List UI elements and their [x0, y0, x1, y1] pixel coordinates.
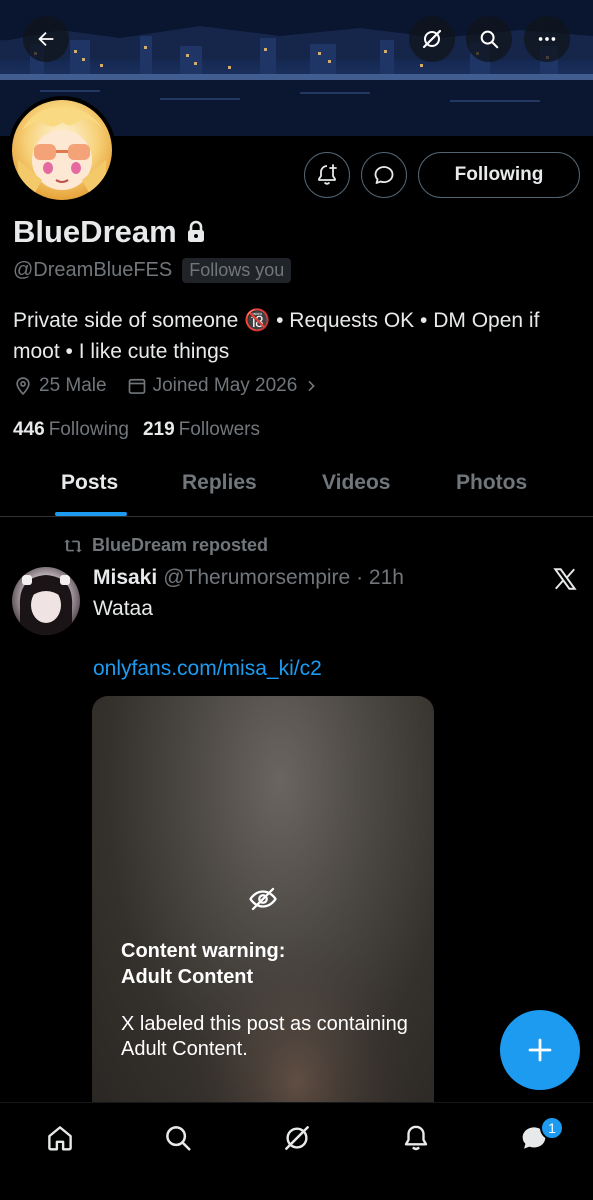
- profile-name-row: BlueDream: [13, 214, 207, 250]
- handle-row: @DreamBlueFES Follows you: [13, 258, 292, 283]
- avatar-image: [12, 100, 112, 200]
- tab-photos[interactable]: Photos: [456, 471, 527, 495]
- calendar-icon: [128, 378, 145, 394]
- profile-tabs: Posts Replies Videos Photos: [0, 456, 593, 517]
- chevron-right-icon: [308, 380, 316, 392]
- joined-item[interactable]: Joined May 2026: [127, 375, 326, 397]
- bell-icon: [404, 1125, 428, 1151]
- content-warning-title-line2: Adult Content: [121, 966, 254, 988]
- repost-label: BlueDream reposted: [92, 535, 269, 555]
- search-icon: [166, 1126, 191, 1151]
- post-author-handle[interactable]: @Therumorsempire · 21h: [163, 566, 404, 590]
- follow-stats: 446 Following 219 Followers: [13, 419, 274, 441]
- followers-label[interactable]: Followers: [179, 419, 260, 441]
- location-text: 25 Male: [39, 375, 107, 396]
- chat-bubble-icon: [374, 166, 394, 184]
- bell-plus-icon: [318, 164, 337, 185]
- content-warning-title: Content warning: Adult Content: [121, 938, 401, 990]
- nav-grok[interactable]: [280, 1121, 314, 1155]
- arrow-left-icon: [38, 31, 54, 47]
- content-warning-title-line1: Content warning:: [121, 940, 286, 962]
- x-logo-icon[interactable]: [552, 566, 578, 592]
- tab-videos[interactable]: Videos: [322, 471, 390, 495]
- profile-handle: @DreamBlueFES: [13, 259, 173, 281]
- follows-you-badge: Follows you: [182, 258, 292, 283]
- messages-unread-badge: 1: [540, 1116, 564, 1140]
- content-warning-body: X labeled this post as containing Adult …: [121, 1013, 408, 1060]
- post-link[interactable]: onlyfans.com/misa_ki/c2: [93, 657, 322, 681]
- following-count[interactable]: 446: [13, 419, 45, 441]
- message-button[interactable]: [361, 152, 407, 198]
- post-header: Misaki @Therumorsempire · 21h: [93, 566, 404, 590]
- plus-icon: [528, 1038, 552, 1062]
- more-options-button[interactable]: [524, 16, 570, 62]
- nav-search[interactable]: [161, 1121, 195, 1155]
- grok-slash-icon: [422, 29, 442, 49]
- tab-replies[interactable]: Replies: [182, 471, 257, 495]
- following-label[interactable]: Following: [49, 419, 129, 441]
- location-pin-icon: [16, 377, 30, 396]
- grok-button[interactable]: [409, 16, 455, 62]
- nav-notifications[interactable]: [399, 1121, 433, 1155]
- lock-icon: [187, 220, 204, 242]
- back-button[interactable]: [23, 16, 69, 62]
- profile-bio: Private side of someone 🔞 • Requests OK …: [13, 309, 540, 363]
- tab-posts[interactable]: Posts: [61, 471, 118, 495]
- home-icon: [48, 1126, 72, 1151]
- location-item: 25 Male: [13, 375, 107, 397]
- post-text: Wataa: [93, 597, 153, 620]
- search-button[interactable]: [466, 16, 512, 62]
- post-author-name[interactable]: Misaki: [93, 566, 157, 590]
- joined-text: Joined May 2026: [152, 375, 298, 396]
- post-author-avatar[interactable]: [12, 567, 80, 635]
- followers-count[interactable]: 219: [143, 419, 175, 441]
- notifications-subscribe-button[interactable]: [304, 152, 350, 198]
- grok-slash-icon: [285, 1126, 309, 1150]
- profile-name: BlueDream: [13, 214, 177, 249]
- following-button[interactable]: Following: [418, 152, 580, 198]
- profile-meta-row: 25 Male Joined May 2026: [13, 375, 345, 397]
- active-tab-indicator: [55, 512, 127, 516]
- profile-avatar[interactable]: [8, 96, 116, 204]
- nav-home[interactable]: [43, 1121, 77, 1155]
- repost-icon: [64, 539, 82, 552]
- more-horizontal-icon: [538, 37, 556, 41]
- search-icon: [480, 30, 499, 49]
- compose-post-button[interactable]: [500, 1010, 580, 1090]
- post-media-sensitive[interactable]: Content warning: Adult Content X labeled…: [92, 696, 434, 1126]
- eye-off-icon: [249, 887, 277, 911]
- bottom-navigation: [0, 1102, 593, 1200]
- repost-indicator: BlueDream reposted: [62, 535, 268, 556]
